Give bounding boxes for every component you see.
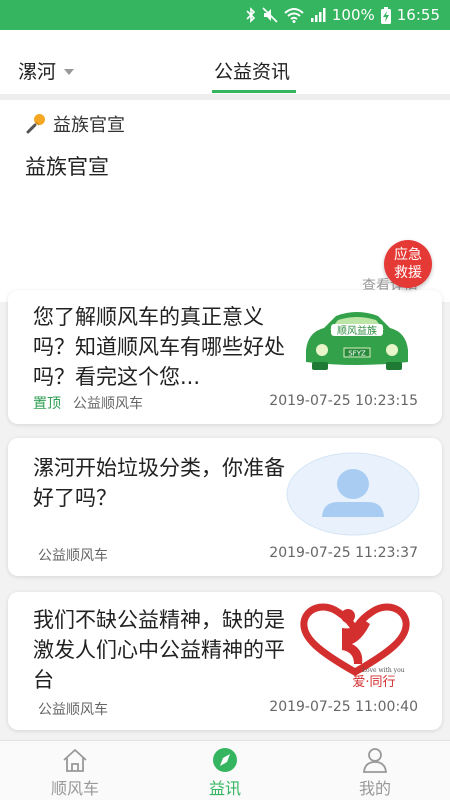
article-title: 漯河开始垃圾分类，你准备好了吗？ bbox=[33, 456, 285, 510]
logo-text: 顺风益族 bbox=[337, 324, 377, 337]
bluetooth-icon bbox=[246, 7, 256, 23]
article-card[interactable]: 我们不缺公益精神，缺的是激发人们心中公益精神的平台 公益顺风车 2019-07-… bbox=[8, 592, 442, 730]
article-time: 2019-07-25 10:23:15 bbox=[269, 393, 418, 409]
signal-icon bbox=[310, 8, 326, 22]
love-heart-logo-thumbnail: Love with you 爱·同行 bbox=[300, 603, 410, 690]
article-time: 2019-07-25 11:00:40 bbox=[269, 699, 418, 715]
top-bar: 漯河 公益资讯 bbox=[0, 30, 450, 94]
plate-text: SFYZ bbox=[348, 350, 366, 358]
article-title: 我们不缺公益精神，缺的是激发人们心中公益精神的平台 bbox=[33, 608, 285, 692]
avatar-placeholder-icon bbox=[286, 452, 420, 536]
announcement-content: 益族官宣 bbox=[25, 155, 109, 179]
caret-down-icon bbox=[64, 68, 75, 75]
tab-indicator bbox=[212, 90, 296, 93]
nav-news-label: 益讯 bbox=[208, 779, 241, 798]
microphone-icon bbox=[26, 114, 45, 134]
article-title: 您了解顺风车的真正意义吗？知道顺风车有哪些好处吗？看完这个您... bbox=[33, 305, 285, 389]
article-source: 公益顺风车 bbox=[73, 396, 143, 412]
city-selector[interactable]: 漯河 bbox=[18, 57, 75, 84]
article-source: 公益顺风车 bbox=[38, 702, 108, 718]
compass-icon bbox=[213, 748, 237, 772]
nav-me[interactable]: 我的 bbox=[320, 747, 430, 799]
nav-news[interactable]: 益讯 bbox=[170, 747, 280, 799]
article-meta: 置顶 公益顺风车 bbox=[33, 393, 143, 413]
battery-charging-icon bbox=[380, 6, 391, 24]
article-time: 2019-07-25 11:23:37 bbox=[269, 545, 418, 561]
bottom-nav: 顺风车 益讯 我的 bbox=[0, 740, 450, 800]
person-icon bbox=[363, 748, 387, 773]
article-meta: 公益顺风车 bbox=[38, 545, 108, 565]
battery-percent: 100% bbox=[331, 6, 375, 24]
nav-ride[interactable]: 顺风车 bbox=[20, 747, 130, 799]
clock: 16:55 bbox=[396, 6, 440, 24]
nav-ride-label: 顺风车 bbox=[50, 779, 99, 798]
wifi-icon bbox=[284, 8, 304, 23]
emergency-label-line2: 救援 bbox=[394, 265, 422, 281]
status-icons: 100% 16:55 bbox=[246, 6, 440, 24]
status-bar: 100% 16:55 bbox=[0, 0, 450, 30]
nav-me-label: 我的 bbox=[358, 779, 391, 798]
pinned-badge: 置顶 bbox=[33, 396, 61, 412]
car-logo-thumbnail: 顺风益族 SFYZ bbox=[306, 312, 408, 370]
logo-caption: Love with you bbox=[362, 667, 405, 674]
city-label: 漯河 bbox=[18, 61, 57, 83]
article-card[interactable]: 您了解顺风车的真正意义吗？知道顺风车有哪些好处吗？看完这个您... 置顶 公益顺… bbox=[8, 290, 442, 424]
article-source: 公益顺风车 bbox=[38, 548, 108, 564]
home-icon bbox=[63, 749, 87, 772]
announcement-panel: 益族官宣 益族官宣 查看详情 bbox=[0, 100, 450, 302]
announcement-header: 益族官宣 bbox=[25, 111, 125, 137]
announcement-tag: 益族官宣 bbox=[53, 115, 125, 136]
emergency-label-line1: 应急 bbox=[394, 247, 422, 263]
emergency-rescue-button[interactable]: 应急 救援 bbox=[384, 240, 432, 288]
article-card[interactable]: 漯河开始垃圾分类，你准备好了吗？ 公益顺风车 2019-07-25 11:23:… bbox=[8, 438, 442, 576]
logo-text: 爱·同行 bbox=[352, 675, 395, 690]
tab-public-news[interactable]: 公益资讯 bbox=[214, 57, 290, 84]
mute-icon bbox=[262, 7, 278, 23]
article-meta: 公益顺风车 bbox=[38, 699, 108, 719]
